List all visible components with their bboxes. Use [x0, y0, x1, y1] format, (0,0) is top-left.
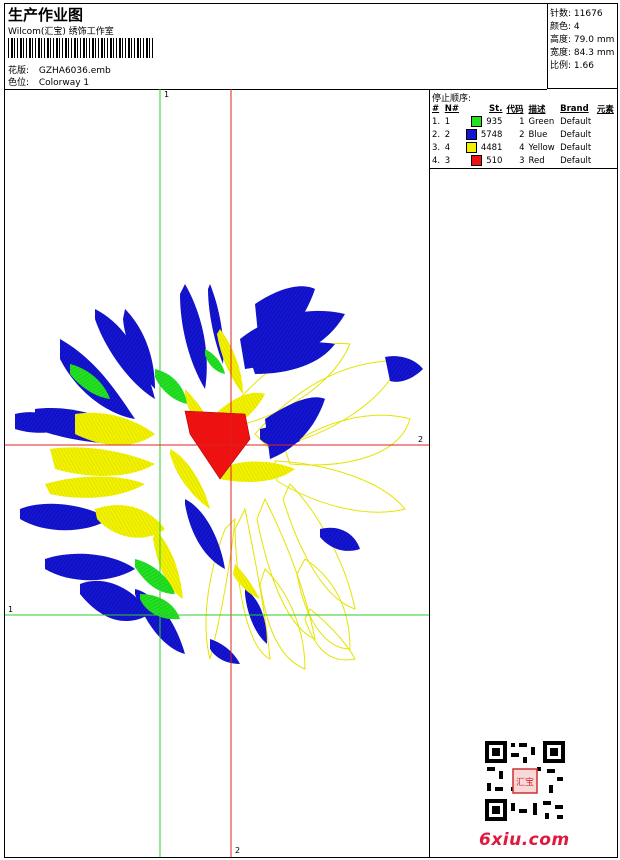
design-preview[interactable]: 1 2 1 2: [5, 89, 430, 857]
color-code: 1: [519, 116, 525, 127]
spec-label: 针数:: [550, 9, 572, 19]
color-brand: Default: [560, 155, 592, 166]
qr-seal-text: 汇宝: [516, 776, 534, 788]
embroidery-artwork: [5, 89, 429, 857]
spec-value: 11676: [573, 9, 603, 19]
color-swatch: [465, 129, 477, 140]
stitch-count: 4481: [462, 141, 505, 154]
needle-number: 1: [444, 116, 451, 127]
element-cell: [595, 115, 617, 128]
color-code: 3: [519, 155, 525, 166]
col-header: Brand: [560, 104, 589, 114]
spec-label: 颜色:: [550, 22, 572, 32]
spec-colors: 颜色: 4: [550, 19, 580, 32]
col-header: 代码: [506, 105, 524, 115]
col-header: N#: [444, 104, 459, 114]
spec-value: 4: [573, 22, 580, 32]
stitch-count: 510: [462, 154, 505, 167]
colorway-value: Colorway 1: [38, 78, 90, 88]
color-code: 4: [519, 142, 525, 153]
col-header: 描述: [528, 105, 546, 115]
guide-label-h-red: 2: [418, 435, 424, 444]
color-sequence-table: # N# St. 代码 描述 Brand 元素 1. 1 935 1 Green Defa…: [430, 103, 617, 167]
col-header: #: [432, 104, 440, 114]
element-cell: [595, 128, 617, 141]
table-row: 1. 1 935 1 Green Default: [430, 115, 617, 128]
needle-number: 2: [444, 129, 451, 140]
color-description: Yellow: [528, 142, 555, 153]
color-swatch: [471, 155, 483, 166]
color-swatch: [471, 116, 483, 127]
spec-label: 高度:: [550, 35, 572, 45]
spec-stitches: 针数: 11676: [550, 6, 603, 19]
col-header: St.: [489, 104, 503, 114]
spec-value: 84.3 mm: [573, 48, 615, 58]
guide-label-v-green: 1: [164, 90, 170, 99]
spec-label: 宽度:: [550, 48, 572, 58]
table-divider: [430, 168, 617, 169]
spec-scale: 比例: 1.66: [550, 58, 594, 71]
colorway-row: 色位: Colorway 1: [8, 75, 89, 88]
design-specs: 针数: 11676 颜色: 4 高度: 79.0 mm 宽度: 84.3 mm …: [547, 4, 617, 89]
site-logo[interactable]: 6xiu.com: [479, 830, 570, 850]
needle-number: 3: [444, 155, 451, 166]
row-number: 3.: [432, 142, 441, 153]
production-sheet: 生产作业图 Wilcom(汇宝) 绣饰工作室 花版: GZHA6036.emb …: [4, 3, 618, 858]
element-cell: [595, 141, 617, 154]
spec-value: 79.0 mm: [573, 35, 615, 45]
spec-label: 比例:: [550, 61, 572, 71]
col-header: 元素: [596, 105, 614, 115]
spec-height: 高度: 79.0 mm: [550, 32, 614, 45]
spec-value: 1.66: [573, 61, 594, 71]
color-sequence-panel: 停止顺序: # N# St. 代码 描述 Brand 元素 1. 1 935 1 Gre…: [430, 89, 617, 857]
qr-code: 汇宝: [483, 739, 567, 823]
table-row: 3. 4 4481 4 Yellow Default: [430, 141, 617, 154]
row-number: 4.: [432, 155, 441, 166]
barcode: [8, 38, 154, 58]
row-number: 1.: [432, 116, 441, 127]
color-description: Red: [528, 155, 545, 166]
software-name: Wilcom(汇宝) 绣饰工作室: [8, 27, 114, 37]
color-brand: Default: [560, 116, 592, 127]
color-description: Blue: [528, 129, 548, 140]
color-code: 2: [519, 129, 525, 140]
color-brand: Default: [560, 142, 592, 153]
stitch-count: 5748: [462, 128, 505, 141]
guide-label-v-red: 2: [235, 846, 241, 855]
color-swatch: [465, 142, 477, 153]
guide-label-h-green: 1: [8, 605, 14, 614]
sheet-header: 生产作业图 Wilcom(汇宝) 绣饰工作室 花版: GZHA6036.emb …: [5, 4, 547, 90]
element-cell: [595, 154, 617, 167]
spec-width: 宽度: 84.3 mm: [550, 45, 614, 58]
stitch-count: 935: [462, 115, 505, 128]
table-row: 4. 3 510 3 Red Default: [430, 154, 617, 167]
color-description: Green: [528, 116, 555, 127]
row-number: 2.: [432, 129, 441, 140]
table-header-row: # N# St. 代码 描述 Brand 元素: [430, 103, 617, 115]
table-row: 2. 2 5748 2 Blue Default: [430, 128, 617, 141]
sheet-title: 生产作业图: [8, 6, 84, 24]
colorway-label: 色位:: [8, 78, 30, 88]
color-brand: Default: [560, 129, 592, 140]
needle-number: 4: [444, 142, 451, 153]
outline-petals: [205, 342, 411, 670]
